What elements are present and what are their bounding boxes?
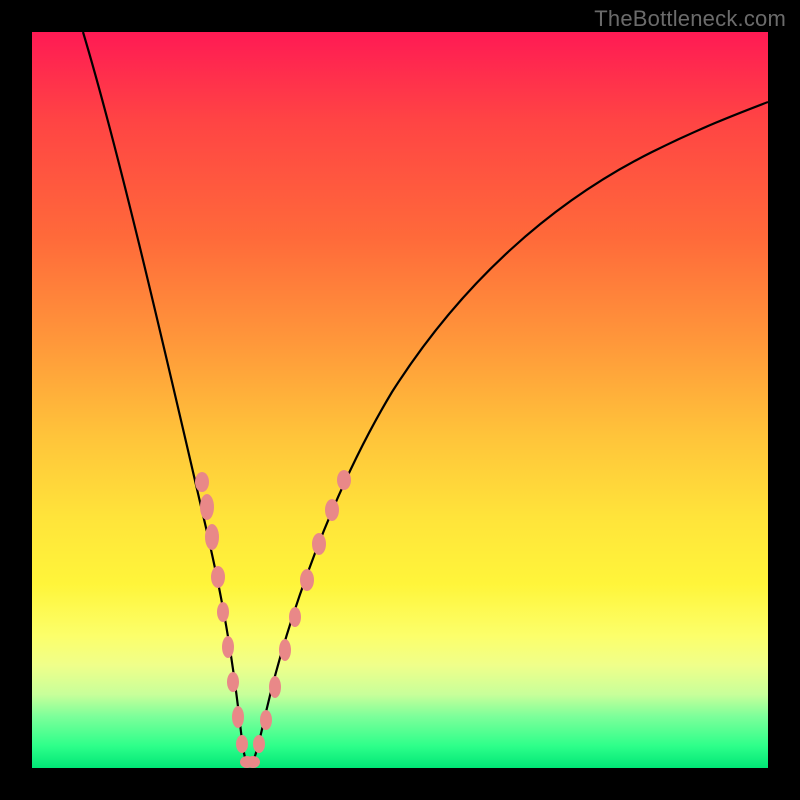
chart-svg xyxy=(32,32,768,768)
plot-area xyxy=(32,32,768,768)
highlight-markers-right xyxy=(246,470,351,768)
bottleneck-curve xyxy=(83,32,768,766)
highlight-markers-left xyxy=(195,472,254,768)
watermark-text: TheBottleneck.com xyxy=(594,6,786,32)
